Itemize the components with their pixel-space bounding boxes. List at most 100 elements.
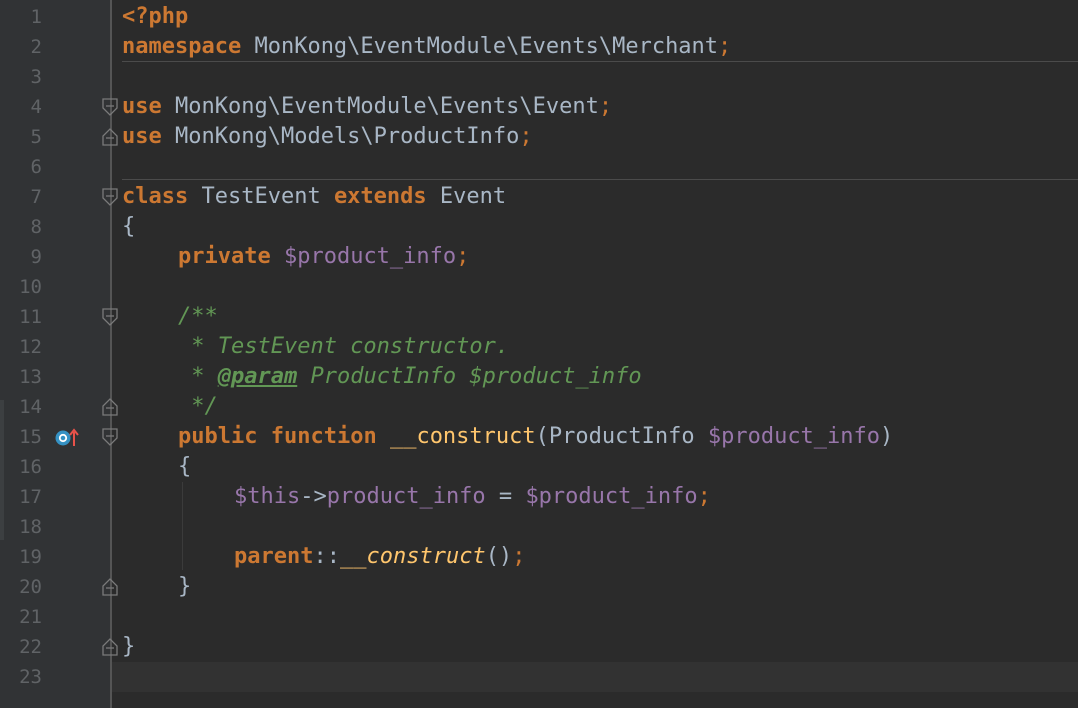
code-line-16[interactable]: { [178, 452, 191, 482]
fold-marker-icon[interactable] [101, 97, 119, 117]
code-line-9[interactable]: private $product_info; [178, 242, 469, 272]
use-path: MonKong\Models\ProductInfo [161, 124, 520, 149]
code-line-20[interactable]: } [178, 572, 191, 602]
fold-end-marker-icon[interactable] [101, 397, 119, 417]
semicolon: ; [519, 124, 533, 149]
code-line-17[interactable]: $this->product_info = $product_info; [234, 482, 711, 512]
code-line-5[interactable]: use MonKong\Models\ProductInfo; [122, 122, 533, 152]
brace: { [178, 454, 192, 479]
line-number[interactable]: 12 [0, 332, 42, 362]
line-number[interactable]: 3 [0, 62, 42, 92]
line-number[interactable]: 11 [0, 302, 42, 332]
fold-end-marker-icon[interactable] [101, 577, 119, 597]
doc-comment-text: * TestEvent constructor. [178, 334, 510, 359]
brace: } [122, 634, 136, 659]
parent-keyword: parent [234, 544, 314, 569]
line-number[interactable]: 4 [0, 92, 42, 122]
code-line-15[interactable]: public function __construct(ProductInfo … [178, 422, 893, 452]
line-number[interactable]: 22 [0, 632, 42, 662]
use-keyword: use [122, 94, 162, 119]
code-line-1[interactable]: <?php [122, 2, 188, 32]
param-variable: $product_info [707, 424, 881, 449]
line-number[interactable]: 7 [0, 182, 42, 212]
property-variable: $product_info [283, 244, 457, 269]
doc-comment-close: */ [178, 394, 218, 419]
code-line-7[interactable]: class TestEvent extends Event [122, 182, 506, 212]
semicolon: ; [697, 484, 711, 509]
param-type: (ProductInfo [535, 424, 708, 449]
code-line-19[interactable]: parent::__construct(); [234, 542, 525, 572]
namespace-keyword: namespace [122, 34, 242, 59]
code-line-4[interactable]: use MonKong\EventModule\Events\Event; [122, 92, 612, 122]
param-variable: $product_info [525, 484, 698, 509]
function-keyword: function [270, 424, 377, 449]
code-line-14[interactable]: */ [178, 392, 218, 422]
arrow-operator: -> [300, 484, 327, 509]
line-number[interactable]: 15 [0, 422, 42, 452]
fold-marker-icon[interactable] [101, 307, 119, 327]
line-number[interactable]: 19 [0, 542, 42, 572]
semicolon: ; [598, 94, 613, 119]
semicolon: ; [456, 244, 470, 269]
call-parens: () [485, 544, 513, 569]
this-variable: $this [234, 484, 301, 509]
code-line-12[interactable]: * TestEvent constructor. [178, 332, 509, 362]
current-line-highlight [112, 662, 1078, 692]
parent-constructor-call: __construct [339, 544, 486, 569]
line-number[interactable]: 13 [0, 362, 42, 392]
namespace-name: MonKong\EventModule\Events\Merchant [241, 34, 719, 59]
line-number[interactable]: 6 [0, 152, 42, 182]
code-line-13[interactable]: * @param ProductInfo $product_info [178, 362, 642, 392]
line-number[interactable]: 1 [0, 2, 42, 32]
class-name: TestEvent [188, 184, 334, 209]
code-editor[interactable]: 1 2 3 4 5 6 7 8 9 10 11 12 13 14 15 16 17 18 19 20 21 22 23 <?… [0, 0, 1078, 708]
use-keyword: use [122, 124, 162, 149]
fold-end-marker-icon[interactable] [101, 127, 119, 147]
fold-end-marker-icon[interactable] [101, 637, 119, 657]
scope-operator: :: [313, 544, 340, 569]
line-number[interactable]: 10 [0, 272, 42, 302]
assign-operator: = [485, 484, 526, 509]
close-paren: ) [880, 424, 894, 449]
line-number[interactable]: 9 [0, 242, 42, 272]
code-line-11[interactable]: /** [178, 302, 218, 332]
line-number[interactable]: 14 [0, 392, 42, 422]
code-line-22[interactable]: } [122, 632, 135, 662]
line-number[interactable]: 20 [0, 572, 42, 602]
line-number[interactable]: 23 [0, 662, 42, 692]
function-name: __construct [389, 424, 536, 449]
line-number[interactable]: 16 [0, 452, 42, 482]
line-number[interactable]: 17 [0, 482, 42, 512]
brace: { [122, 214, 136, 239]
semicolon: ; [718, 34, 732, 59]
semicolon: ; [512, 544, 526, 569]
doc-comment-open: /** [178, 304, 218, 329]
line-number[interactable]: 8 [0, 212, 42, 242]
extends-keyword: extends [333, 184, 427, 209]
public-keyword: public [178, 424, 258, 449]
doc-comment-prefix: * [178, 364, 218, 389]
brace: } [178, 574, 192, 599]
php-open-tag: <?php [122, 4, 189, 29]
line-number[interactable]: 2 [0, 32, 42, 62]
param-description: ProductInfo $product_info [297, 364, 642, 389]
method-separator [122, 179, 1078, 180]
param-tag: @param [217, 364, 298, 389]
line-number[interactable]: 5 [0, 122, 42, 152]
fold-marker-icon[interactable] [101, 427, 119, 447]
code-line-8[interactable]: { [122, 212, 135, 242]
parent-class-name: Event [426, 184, 507, 209]
indent-guide [182, 482, 183, 570]
line-number[interactable]: 18 [0, 512, 42, 542]
fold-marker-icon[interactable] [101, 187, 119, 207]
code-line-2[interactable]: namespace MonKong\EventModule\Events\Mer… [122, 32, 731, 62]
property-name: product_info [326, 484, 486, 509]
use-path: MonKong\EventModule\Events\Event [161, 94, 599, 119]
override-method-icon[interactable] [54, 426, 80, 448]
private-keyword: private [178, 244, 271, 269]
class-keyword: class [122, 184, 189, 209]
line-number[interactable]: 21 [0, 602, 42, 632]
